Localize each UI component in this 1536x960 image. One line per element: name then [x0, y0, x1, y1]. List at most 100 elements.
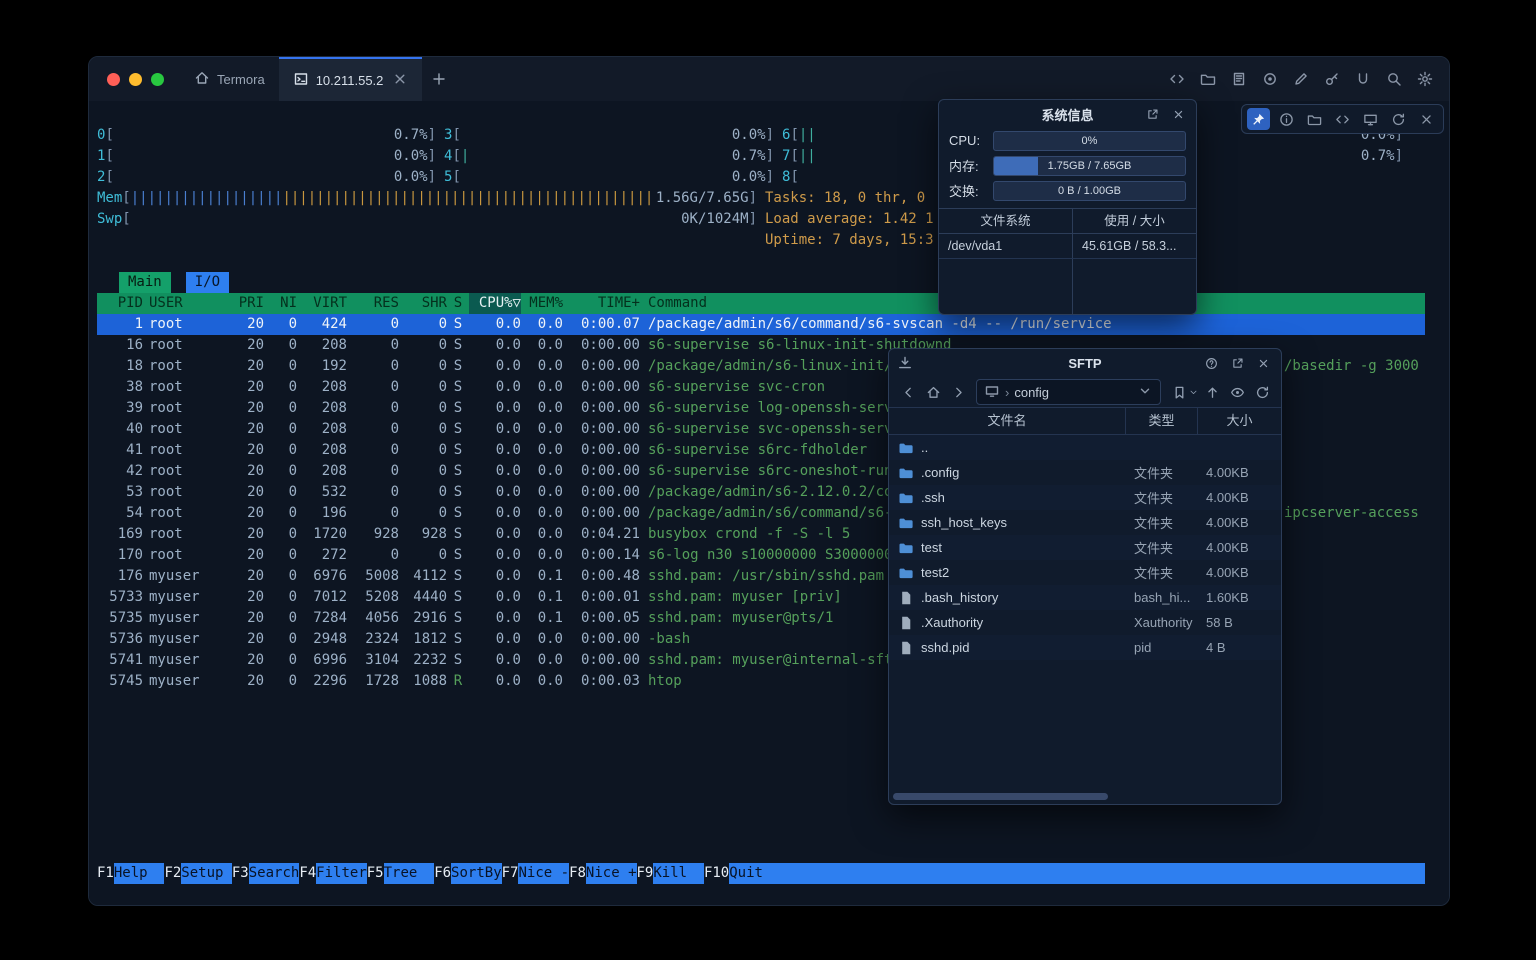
- file-size: 4.00KB: [1197, 540, 1281, 555]
- code-icon[interactable]: [1164, 67, 1189, 91]
- fkey-number[interactable]: F3: [232, 863, 249, 884]
- fkey-filter[interactable]: Filter: [316, 863, 367, 884]
- key-icon[interactable]: [1319, 67, 1344, 91]
- file-row[interactable]: sshd.pidpid4 B: [889, 635, 1281, 660]
- code-icon[interactable]: [1331, 108, 1354, 130]
- fkey-quit[interactable]: Quit: [729, 863, 780, 884]
- fkey-tree[interactable]: Tree: [384, 863, 435, 884]
- load-average-info: Load average: 1.42 1: [765, 209, 934, 230]
- close-window-button[interactable]: [107, 73, 120, 86]
- fkey-number[interactable]: F6: [434, 863, 451, 884]
- chevron-icon[interactable]: [1137, 383, 1153, 399]
- close-icon[interactable]: [1415, 108, 1438, 130]
- refresh-icon[interactable]: [1251, 381, 1273, 403]
- sftp-titlebar: SFTP: [889, 349, 1281, 377]
- file-row[interactable]: test2文件夹4.00KB: [889, 560, 1281, 585]
- eye-icon[interactable]: [1226, 381, 1248, 403]
- record-icon[interactable]: [1257, 67, 1282, 91]
- plus-icon[interactable]: [431, 71, 447, 87]
- monitor-icon[interactable]: [1359, 108, 1382, 130]
- download-icon: [897, 355, 913, 371]
- fkey-number[interactable]: F10: [704, 863, 729, 884]
- column-time[interactable]: TIME+: [563, 293, 640, 314]
- fkey-nice-[interactable]: Nice -: [518, 863, 569, 884]
- folder-icon[interactable]: [1303, 108, 1326, 130]
- fkey-number[interactable]: F1: [97, 863, 114, 884]
- scrollbar-thumb[interactable]: [893, 793, 1108, 800]
- column-filetype[interactable]: 类型: [1125, 408, 1197, 434]
- close-tab-button[interactable]: [392, 71, 408, 90]
- close-icon[interactable]: [1253, 354, 1273, 372]
- refresh-icon[interactable]: [1387, 108, 1410, 130]
- htop-tab-main[interactable]: Main: [119, 272, 171, 293]
- column-virt[interactable]: VIRT: [297, 293, 347, 314]
- horizontal-scrollbar[interactable]: [893, 793, 1277, 800]
- fkey-search[interactable]: Search: [249, 863, 300, 884]
- toolbar-icons: [1164, 57, 1449, 101]
- fkey-help[interactable]: Help: [114, 863, 165, 884]
- htop-tab-io[interactable]: I/O: [186, 272, 229, 293]
- search-icon[interactable]: [1381, 67, 1406, 91]
- edit-icon[interactable]: [1288, 67, 1313, 91]
- file-row[interactable]: ssh_host_keys文件夹4.00KB: [889, 510, 1281, 535]
- file-row[interactable]: ..: [889, 435, 1281, 460]
- forward-icon[interactable]: [947, 381, 969, 403]
- tab-host-session[interactable]: 10.211.55.2: [279, 57, 423, 101]
- file-name: .Xauthority: [921, 615, 983, 630]
- zoom-window-button[interactable]: [151, 73, 164, 86]
- file-type: 文件夹: [1125, 563, 1197, 582]
- file-row[interactable]: .config文件夹4.00KB: [889, 460, 1281, 485]
- fkey-number[interactable]: F5: [367, 863, 384, 884]
- process-row[interactable]: 1root20042400S0.00.00:00.07/package/admi…: [97, 314, 1425, 335]
- column-mem[interactable]: MEM%: [521, 293, 563, 314]
- sysinfo-titlebar: 系统信息: [939, 100, 1196, 128]
- titlebar: Termora 10.211.55.2: [89, 57, 1449, 101]
- info-icon[interactable]: [1275, 108, 1298, 130]
- log-icon[interactable]: [1226, 67, 1251, 91]
- column-filesize[interactable]: 大小: [1197, 408, 1281, 434]
- bookmark-icon[interactable]: [1168, 381, 1190, 403]
- file-row[interactable]: .bash_historybash_hi...1.60KB: [889, 585, 1281, 610]
- path-field[interactable]: › config: [976, 379, 1161, 405]
- fkey-number[interactable]: F8: [569, 863, 586, 884]
- column-cpu-sort[interactable]: CPU%▽: [469, 293, 521, 314]
- path-dropdown[interactable]: [1137, 383, 1153, 402]
- macro-icon[interactable]: [1350, 67, 1375, 91]
- fkey-number[interactable]: F4: [299, 863, 316, 884]
- file-row[interactable]: .ssh文件夹4.00KB: [889, 485, 1281, 510]
- column-pri[interactable]: PRI: [229, 293, 264, 314]
- fkey-setup[interactable]: Setup: [181, 863, 232, 884]
- help-icon[interactable]: [1201, 354, 1221, 372]
- fkey-number[interactable]: F7: [502, 863, 519, 884]
- column-shr[interactable]: SHR: [399, 293, 447, 314]
- fkey-nice+[interactable]: Nice +: [586, 863, 637, 884]
- column-user[interactable]: USER: [143, 293, 229, 314]
- external-icon[interactable]: [1142, 105, 1162, 123]
- fkey-number[interactable]: F9: [637, 863, 654, 884]
- fkey-number[interactable]: F2: [164, 863, 181, 884]
- file-row[interactable]: .XauthorityXauthority58 B: [889, 610, 1281, 635]
- close-icon[interactable]: [392, 71, 408, 87]
- external-icon[interactable]: [1227, 354, 1247, 372]
- column-filename[interactable]: 文件名: [889, 408, 1125, 434]
- column-pid[interactable]: PID: [97, 293, 143, 314]
- fkey-kill[interactable]: Kill: [653, 863, 704, 884]
- tab-termora-home[interactable]: Termora: [180, 57, 279, 101]
- minimize-window-button[interactable]: [129, 73, 142, 86]
- column-state[interactable]: S: [447, 293, 469, 314]
- fkey-sortby[interactable]: SortBy: [451, 863, 502, 884]
- settings-icon[interactable]: [1412, 67, 1437, 91]
- file-size: 58 B: [1197, 615, 1281, 630]
- column-ni[interactable]: NI: [264, 293, 297, 314]
- up-icon[interactable]: [1201, 381, 1223, 403]
- new-tab-button[interactable]: [422, 57, 456, 101]
- back-icon[interactable]: [897, 381, 919, 403]
- file-row[interactable]: test文件夹4.00KB: [889, 535, 1281, 560]
- close-icon[interactable]: [1168, 105, 1188, 123]
- home-icon[interactable]: [922, 381, 944, 403]
- file-size: 1.60KB: [1197, 590, 1281, 605]
- caret-icon[interactable]: [1188, 381, 1198, 403]
- pin-icon[interactable]: [1247, 108, 1270, 130]
- folder-icon[interactable]: [1195, 67, 1220, 91]
- column-res[interactable]: RES: [347, 293, 399, 314]
